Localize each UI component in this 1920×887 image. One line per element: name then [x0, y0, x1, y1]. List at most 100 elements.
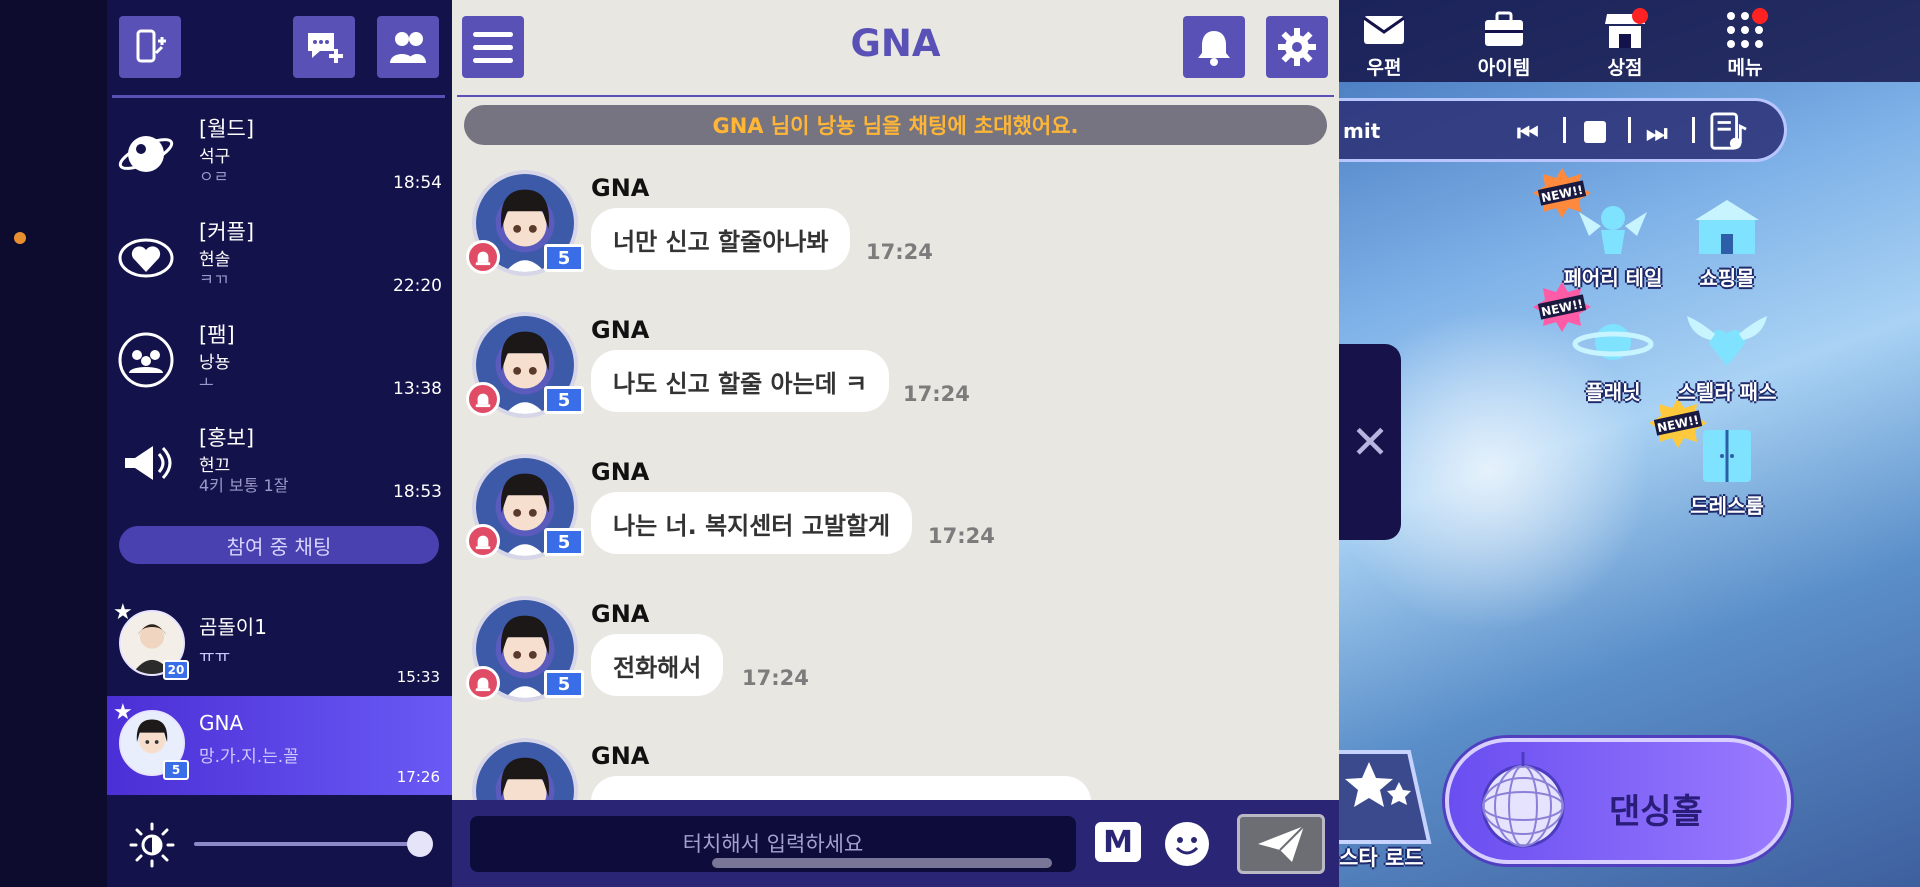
menu-label: 페어리 테일 — [1563, 266, 1663, 290]
previous-track-icon[interactable]: ⏮ — [1517, 119, 1539, 147]
paper-plane-icon — [1258, 825, 1305, 862]
mail-icon — [1363, 16, 1405, 44]
report-siren-icon[interactable] — [466, 524, 500, 558]
level-badge: 5 — [544, 244, 584, 272]
message-sender: GNA — [591, 316, 650, 344]
chat-message: 5 GNA 너만 신고 할줄아나봐 17:24 — [452, 162, 1339, 302]
message-bubble: 나도 신고 할줄 아는데 ㅋ — [591, 350, 890, 412]
brightness-slider-thumb[interactable] — [407, 831, 433, 857]
couple-heart-icon — [117, 228, 175, 286]
room-category: [월드] — [199, 117, 255, 141]
dance-hall-label: 댄싱홀 — [1609, 792, 1703, 832]
level-badge: 20 — [163, 660, 189, 680]
chat-message: 5 GNA 전화해서 17:24 — [452, 588, 1339, 728]
message-input-bar: M — [452, 800, 1339, 887]
shop-button[interactable]: 상점 — [1580, 8, 1670, 79]
room-time: 22:20 — [393, 276, 442, 296]
wardrobe-icon — [1703, 430, 1751, 482]
next-track-icon[interactable]: ⏭ — [1646, 119, 1668, 147]
dm-name: 곰돌이1 — [199, 615, 267, 639]
brightness-slider-track[interactable] — [194, 842, 424, 846]
favorite-star-icon[interactable]: ★ — [113, 600, 133, 625]
gear-icon — [1278, 28, 1316, 66]
dance-hall-button[interactable]: 댄싱홀 — [1445, 738, 1791, 864]
settings-button[interactable] — [1266, 16, 1328, 78]
music-player: mit ⏮ ⏭ — [1339, 98, 1787, 162]
joined-chats-tab[interactable]: 참여 중 채팅 — [119, 526, 439, 564]
world-icon — [117, 125, 175, 183]
report-siren-icon[interactable] — [466, 240, 500, 274]
fairy-tale-menu[interactable]: 페어리 테일 — [1553, 196, 1673, 291]
friends-button[interactable] — [377, 16, 439, 78]
dm-item-active[interactable]: ★ 5 GNA 망.가.지.는.꼴 17:26 — [107, 696, 452, 795]
message-bubble: 너만 신고 할줄아나봐 — [591, 208, 851, 270]
notification-button[interactable] — [1183, 16, 1245, 78]
chat-header: GNA — [452, 0, 1339, 97]
dm-time: 15:33 — [396, 668, 440, 686]
separator — [1692, 117, 1695, 143]
dm-time: 17:26 — [396, 768, 440, 786]
planet-menu[interactable]: 플래닛 — [1553, 310, 1673, 405]
menu-label: 스텔라 패스 — [1677, 380, 1777, 404]
room-preview: ㅋㄲ — [199, 270, 229, 289]
close-icon: ✕ — [1350, 415, 1390, 469]
top-item-label: 아이템 — [1477, 57, 1531, 79]
dm-preview: ㅠㅠ — [199, 647, 231, 667]
chat-room-family[interactable]: [팸] 낭뇽 ㅗ 13:38 — [107, 309, 452, 412]
mail-button[interactable]: 우편 — [1339, 10, 1429, 79]
room-preview: ㅗ — [199, 373, 214, 392]
message-sender: GNA — [591, 600, 650, 628]
chat-panel: GNA GNA 님이 낭뇽 님을 채팅에 초대했어요. 5 GNA 너만 신고 … — [452, 0, 1339, 887]
favorite-star-icon[interactable]: ★ — [113, 700, 133, 725]
chat-room-couple[interactable]: [커플] 현솔 ㅋㄲ 22:20 — [107, 206, 452, 309]
family-icon — [117, 331, 175, 389]
top-item-label: 상점 — [1607, 57, 1643, 79]
fairy-icon — [1579, 206, 1647, 254]
menu-label: 쇼핑몰 — [1699, 266, 1755, 290]
chat-message: 5 GNA 나는 너. 복지센터 고발할게 17:24 — [452, 446, 1339, 586]
bell-icon — [1198, 31, 1230, 66]
report-siren-icon[interactable] — [466, 382, 500, 416]
dressroom-menu[interactable]: 드레스룸 — [1667, 424, 1787, 519]
shopping-mall-menu[interactable]: 쇼핑몰 — [1667, 196, 1787, 291]
report-siren-icon[interactable] — [466, 666, 500, 700]
level-badge: 5 — [544, 670, 584, 698]
disco-ball-icon — [1481, 752, 1565, 848]
close-panel-button[interactable]: ✕ — [1339, 344, 1401, 540]
separator — [1628, 117, 1631, 143]
room-time: 13:38 — [393, 379, 442, 399]
friends-icon — [390, 32, 426, 63]
smiley-icon — [1166, 823, 1208, 865]
message-time: 17:24 — [928, 524, 995, 548]
message-sender: GNA — [591, 742, 650, 770]
menu-label: 드레스룸 — [1690, 494, 1764, 518]
switch-device-button[interactable] — [119, 16, 181, 78]
chat-room-promo[interactable]: [홍보] 현끄 4키 보통 1잘 18:53 — [107, 412, 452, 515]
message-bubble: 나는 너. 복지센터 고발할게 — [591, 492, 913, 554]
menu-label: 플래닛 — [1585, 380, 1641, 404]
notification-dot — [1632, 8, 1648, 24]
notification-dot — [1752, 8, 1768, 24]
item-button[interactable]: 아이템 — [1459, 10, 1549, 79]
message-sender: GNA — [591, 174, 650, 202]
star-road-label: 스타 로드 — [1339, 846, 1424, 870]
chat-list-panel: [월드] 석구 ㅇㄹ 18:54 [커플] 현솔 ㅋㄲ 22:20 [팸] 낭뇽… — [107, 0, 452, 887]
dm-item[interactable]: ★ 20 곰돌이1 ㅠㅠ 15:33 — [107, 596, 452, 695]
menu-button[interactable]: 메뉴 — [1700, 8, 1790, 79]
star-road-icon — [1339, 750, 1432, 844]
m-button[interactable]: M — [1095, 822, 1141, 862]
top-item-label: 우편 — [1366, 57, 1402, 79]
emoji-button[interactable] — [1165, 822, 1209, 866]
system-message: GNA 님이 낭뇽 님을 채팅에 초대했어요. — [464, 105, 1327, 145]
room-category: [홍보] — [199, 426, 255, 450]
chat-room-world[interactable]: [월드] 석구 ㅇㄹ 18:54 — [107, 103, 452, 206]
scroll-indicator — [712, 858, 1052, 868]
game-top-menu: 우편 아이템 상점 메뉴 — [1339, 0, 1920, 82]
new-chat-button[interactable] — [293, 16, 355, 78]
playlist-icon[interactable] — [1709, 111, 1747, 159]
stop-icon[interactable] — [1584, 121, 1606, 143]
stella-pass-menu[interactable]: 스텔라 패스 — [1667, 310, 1787, 405]
status-dot — [14, 232, 26, 244]
send-button[interactable] — [1237, 814, 1325, 874]
planet-icon — [1572, 324, 1654, 360]
